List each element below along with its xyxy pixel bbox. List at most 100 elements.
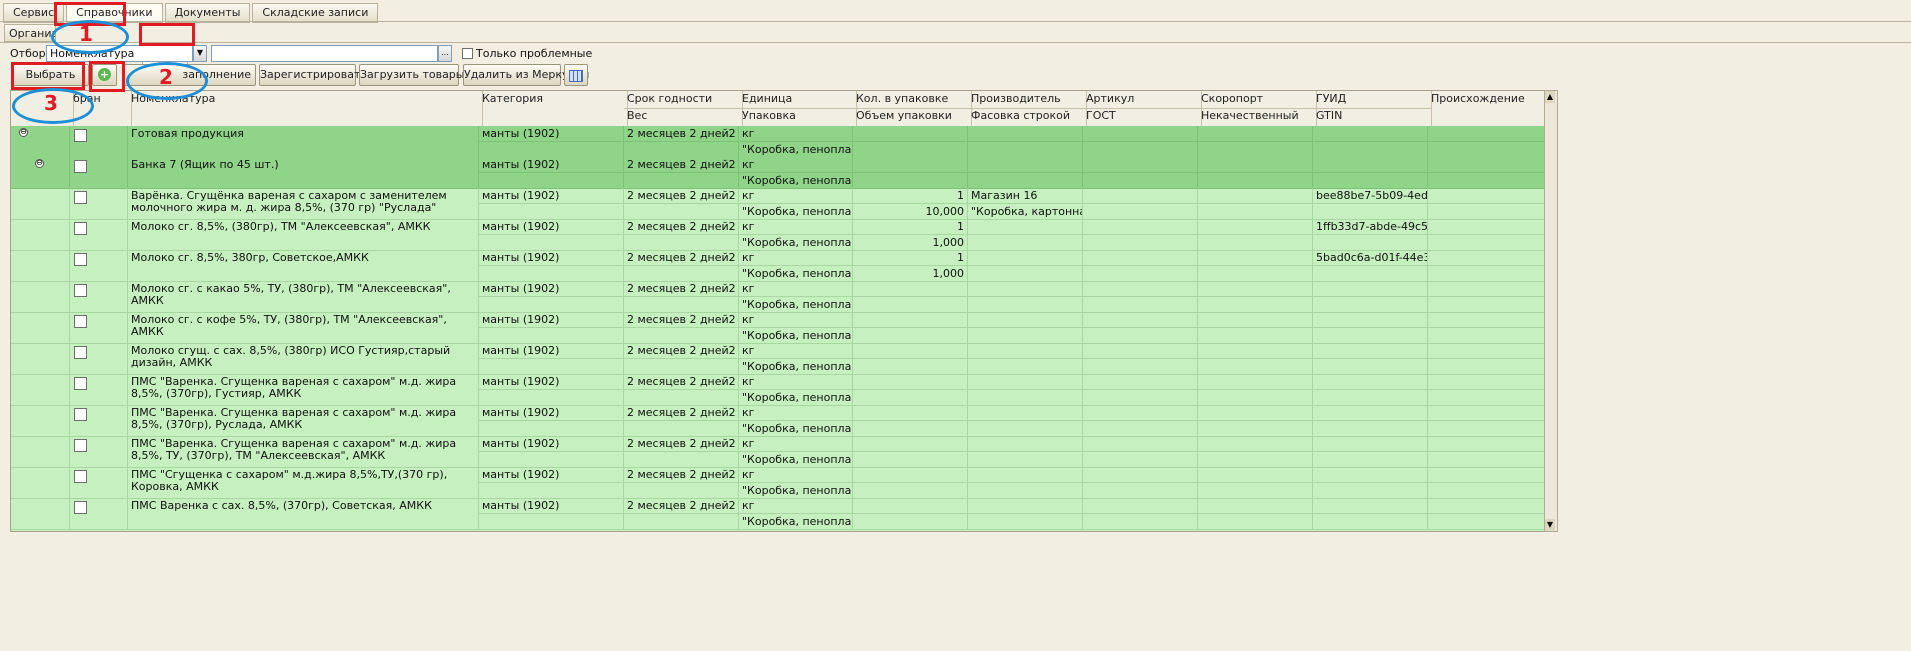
x1-cell: [1083, 126, 1198, 142]
filter-value-input[interactable]: [211, 45, 438, 62]
unit-cell: кг: [739, 250, 853, 266]
only-problems-checkbox[interactable]: [462, 48, 473, 59]
subtab-organizations[interactable]: Организ: [4, 24, 56, 42]
header-article[interactable]: Артикул: [1083, 91, 1202, 109]
empty-cell: [1083, 390, 1198, 405]
header-pack-string[interactable]: Фасовка строкой: [968, 108, 1087, 127]
tree-cell: [11, 498, 70, 529]
load-goods-button[interactable]: Загрузить товары: [359, 64, 464, 86]
qty-cell: [853, 157, 968, 173]
volume-cell: [853, 483, 968, 498]
scroll-down-icon[interactable]: ▼: [1545, 519, 1555, 531]
table-row[interactable]: Молоко сг. с кофе 5%, ТУ, (380гр), ТМ "А…: [11, 312, 1545, 344]
goods-table: бран Номенклатура Категория Срок годност…: [10, 90, 1546, 532]
volume-cell: [853, 297, 968, 312]
table-row[interactable]: ПМС "Варенка. Сгущенка вареная с сахаром…: [11, 436, 1545, 468]
header-perishable[interactable]: Скоропорт: [1198, 91, 1317, 109]
empty-cell: [1313, 235, 1428, 250]
name-cell: Молоко сг. 8,5%, 380гр, Советское,АМКК: [128, 250, 479, 281]
annotation-number-1: 1: [79, 22, 93, 46]
row-checkbox[interactable]: [74, 346, 87, 359]
register-button[interactable]: Зарегистрировать: [259, 64, 367, 86]
empty-cell: [1083, 421, 1198, 436]
header-producer[interactable]: Производитель: [968, 91, 1087, 109]
header-pack-volume[interactable]: Объем упаковки: [853, 108, 972, 127]
row-checkbox[interactable]: [74, 160, 87, 173]
tab-documents[interactable]: Документы: [164, 3, 251, 23]
table-row[interactable]: Молоко сгущ. с сах. 8,5%, (380гр) ИСО Гу…: [11, 343, 1545, 375]
header-category[interactable]: Категория: [479, 91, 628, 127]
group-row[interactable]: ⊖ Банка 7 (Ящик по 45 шт.) манты (1902) 2 м…: [11, 157, 1545, 189]
annotation-number-3: 3: [44, 91, 58, 115]
row-checkbox[interactable]: [74, 253, 87, 266]
name-cell: Молоко сг. 8,5%, (380гр), ТМ "Алексеевск…: [128, 219, 479, 250]
x2-cell: [1198, 405, 1313, 421]
producer-cell: [968, 343, 1083, 359]
row-checkbox[interactable]: [74, 501, 87, 514]
guid-cell: [1313, 126, 1428, 142]
name-cell: ПМС "Варенка. Сгущенка вареная с сахаром…: [128, 436, 479, 467]
unit-cell: кг: [739, 498, 853, 514]
category-cell: манты (1902): [479, 498, 624, 514]
tree-cell: [11, 157, 70, 188]
empty-cell: [1313, 142, 1428, 157]
row-checkbox[interactable]: [74, 222, 87, 235]
scroll-up-icon[interactable]: ▲: [1545, 91, 1555, 103]
guid-cell: [1313, 343, 1428, 359]
producer-cell: [968, 312, 1083, 328]
header-guid[interactable]: ГУИД: [1313, 91, 1432, 109]
row-checkbox[interactable]: [74, 284, 87, 297]
unit-cell: кг: [739, 126, 853, 142]
header-gost[interactable]: ГОСТ: [1083, 108, 1202, 127]
delete-from-mercury-button[interactable]: Удалить из Меркурия: [463, 64, 589, 86]
header-gtin[interactable]: GTIN: [1313, 108, 1432, 127]
table-row[interactable]: ПМС "Варенка. Сгущенка вареная с сахаром…: [11, 374, 1545, 406]
tree-cell: [11, 219, 70, 250]
expiry-cell: 2 месяцев 2 дней2 часов: [624, 126, 739, 142]
tree-cell: [11, 281, 70, 312]
tree-cell: [11, 126, 70, 157]
header-weight[interactable]: Вес: [624, 108, 743, 127]
table-row[interactable]: ПМС "Варенка. Сгущенка вареная с сахаром…: [11, 405, 1545, 437]
header-packaging[interactable]: Упаковка: [739, 108, 857, 127]
expiry-cell: 2 месяцев 2 дней2 часов: [624, 188, 739, 204]
category-cell: манты (1902): [479, 188, 624, 204]
table-header: бран Номенклатура Категория Срок годност…: [11, 91, 1545, 127]
chevron-down-icon[interactable]: ▼: [193, 45, 207, 62]
header-origin[interactable]: Происхождение: [1428, 91, 1545, 127]
x2-cell: [1198, 157, 1313, 173]
row-checkbox[interactable]: [74, 470, 87, 483]
empty-cell: [479, 173, 624, 188]
tab-warehouse-records[interactable]: Складские записи: [252, 3, 379, 23]
guid-cell: 1ffb33d7-abde-49c5-8c9...: [1313, 219, 1428, 235]
x1-cell: [1083, 436, 1198, 452]
header-unit[interactable]: Единица: [739, 91, 857, 109]
row-checkbox[interactable]: [74, 408, 87, 421]
row-checkbox[interactable]: [74, 129, 87, 142]
header-defective[interactable]: Некачественный: [1198, 108, 1317, 127]
x1-cell: [1083, 467, 1198, 483]
empty-cell: [1313, 266, 1428, 281]
table-row[interactable]: Молоко сг. 8,5%, 380гр, Советское,АМКК ма…: [11, 250, 1545, 282]
table-row[interactable]: ПМС Варенка с сах. 8,5%, (370гр), Советс…: [11, 498, 1545, 530]
tree-cell: [11, 188, 70, 219]
header-expiry[interactable]: Срок годности: [624, 91, 743, 109]
table-row[interactable]: Варёнка. Сгущёнка вареная с сахаром с за…: [11, 188, 1545, 220]
category-cell: манты (1902): [479, 436, 624, 452]
vertical-scrollbar[interactable]: ▲ ▼: [1544, 90, 1558, 532]
unit-cell: кг: [739, 157, 853, 173]
row-checkbox[interactable]: [74, 315, 87, 328]
header-qty-pack[interactable]: Кол. в упаковке: [853, 91, 972, 109]
tree-cell: [11, 343, 70, 374]
table-row[interactable]: ПМС "Сгущенка с сахаром" м.д.жира 8,5%,Т…: [11, 467, 1545, 499]
row-checkbox[interactable]: [74, 377, 87, 390]
expiry-cell: 2 месяцев 2 дней2 часов: [624, 467, 739, 483]
group-row[interactable]: ⊖ Готовая продукция манты (1902) 2 месяцев …: [11, 126, 1545, 158]
row-checkbox[interactable]: [74, 191, 87, 204]
empty-cell: [1428, 359, 1545, 374]
table-row[interactable]: Молоко сг. с какао 5%, ТУ, (380гр), ТМ "…: [11, 281, 1545, 313]
row-checkbox[interactable]: [74, 439, 87, 452]
table-row[interactable]: Молоко сг. 8,5%, (380гр), ТМ "Алексеевск…: [11, 219, 1545, 251]
table-settings-button[interactable]: [564, 64, 588, 86]
select-dots-button[interactable]: ...: [438, 45, 452, 62]
